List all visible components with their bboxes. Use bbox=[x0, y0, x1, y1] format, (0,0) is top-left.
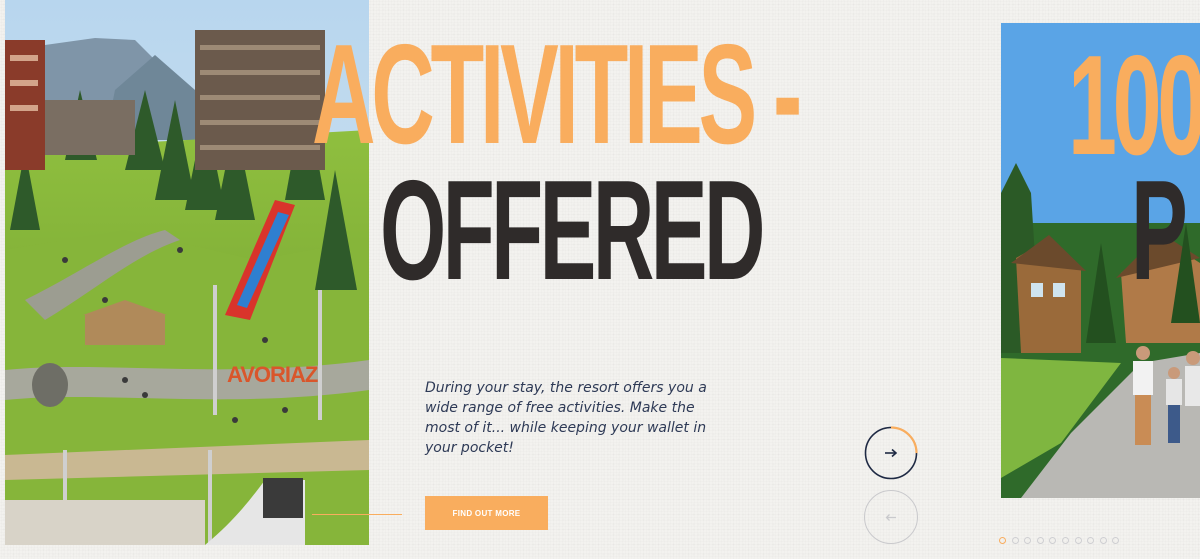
pagination-dot[interactable] bbox=[1011, 537, 1019, 544]
find-out-more-button[interactable]: FIND OUT MORE bbox=[425, 496, 548, 530]
pagination-dot[interactable] bbox=[1036, 537, 1044, 544]
slide-title-line2: OFFERED bbox=[380, 151, 765, 310]
pagination-dot[interactable] bbox=[1099, 537, 1107, 544]
next-slide-title-line2: P bbox=[1131, 151, 1188, 301]
arrow-right-icon bbox=[885, 448, 898, 458]
pagination-dot[interactable] bbox=[999, 537, 1006, 544]
cta-decorative-line bbox=[312, 514, 402, 515]
pagination-dot[interactable] bbox=[1049, 537, 1057, 544]
arrow-left-icon bbox=[885, 513, 896, 521]
pagination-dot[interactable] bbox=[1061, 537, 1069, 544]
pagination-dot[interactable] bbox=[1074, 537, 1082, 544]
pagination-dot[interactable] bbox=[1112, 537, 1120, 544]
carousel-next-button[interactable] bbox=[864, 426, 918, 480]
next-slide-title: 100 P bbox=[1001, 0, 1200, 301]
avoriaz-sign: AVORIAZ bbox=[227, 362, 318, 387]
pagination-dot[interactable] bbox=[1087, 537, 1095, 544]
slide-description: During your stay, the resort offers you … bbox=[425, 380, 707, 456]
carousel-pagination bbox=[999, 537, 1120, 544]
carousel-prev-button[interactable] bbox=[864, 490, 918, 544]
slide-title-line1: ACTIVITIES - bbox=[312, 15, 802, 174]
pagination-dot[interactable] bbox=[1024, 537, 1032, 544]
